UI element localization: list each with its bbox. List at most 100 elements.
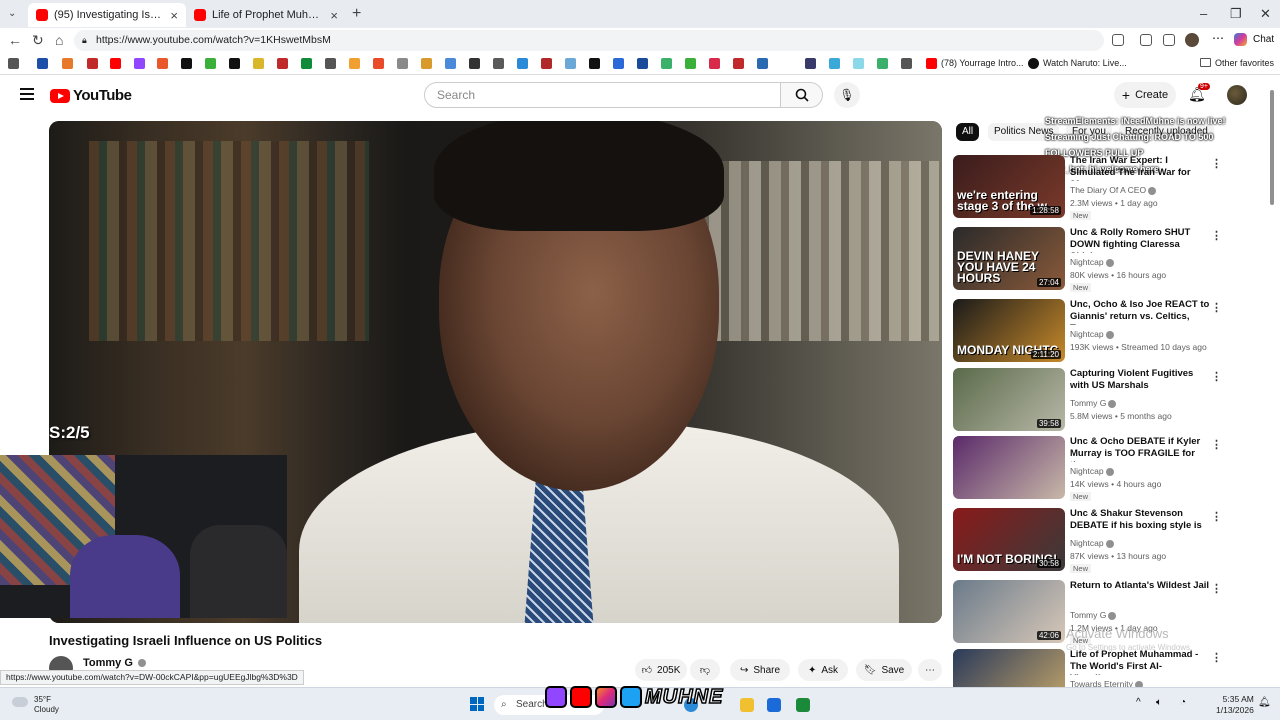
bookmark-icon[interactable]	[757, 58, 768, 69]
more-vertical-icon[interactable]: ⋮	[1211, 438, 1222, 451]
explorer-taskbar-icon[interactable]	[740, 698, 754, 712]
recommendation-item[interactable]: 39:58 Capturing Violent Fugitives with US…	[953, 368, 1223, 432]
weather-widget[interactable]: 35°F Cloudy	[12, 695, 59, 715]
bookmark-naruto[interactable]: Watch Naruto: Live...	[1043, 58, 1127, 68]
menu-icon[interactable]	[20, 88, 34, 100]
more-vertical-icon[interactable]: ⋮	[1211, 301, 1222, 314]
collections-icon[interactable]	[1163, 34, 1175, 46]
search-input[interactable]: Search	[424, 82, 781, 108]
bookmark-icon[interactable]	[205, 58, 216, 69]
bookmark-icon[interactable]	[805, 58, 816, 69]
recommendation-channel[interactable]: Nightcap	[1070, 538, 1114, 548]
back-icon[interactable]: ←	[8, 32, 22, 48]
bookmark-icon[interactable]	[517, 58, 528, 69]
minimize-icon[interactable]: –	[1200, 6, 1207, 21]
tab-investigating[interactable]: (95) Investigating Israeli Influe ×	[28, 3, 186, 27]
recommendation-thumbnail[interactable]: DEVIN HANEY YOU HAVE 24 HOURS 27:04	[953, 227, 1065, 290]
recommendation-title[interactable]: Capturing Violent Fugitives with US Mars…	[1070, 368, 1210, 392]
taskbar-clock[interactable]: 5:35 AM 1/13/2026	[1216, 694, 1254, 716]
close-tab-icon[interactable]: ×	[170, 8, 178, 23]
recommendation-item[interactable]: we're entering stage 3 of the w 1:28:58 Th…	[953, 155, 1223, 220]
recommendation-title[interactable]: Unc & Ocho DEBATE if Kyler Murray is TOO…	[1070, 436, 1210, 462]
bookmark-icon[interactable]	[589, 58, 600, 69]
bookmark-icon[interactable]	[87, 58, 98, 69]
bookmark-icon[interactable]	[685, 58, 696, 69]
page-scrollbar[interactable]	[1270, 90, 1274, 205]
bookmark-icon[interactable]	[373, 58, 384, 69]
recommendation-channel[interactable]: Nightcap	[1070, 466, 1114, 476]
save-button[interactable]: 🔖︎ Save	[856, 659, 912, 681]
more-vertical-icon[interactable]: ⋮	[1211, 370, 1222, 383]
bookmark-icon[interactable]	[157, 58, 168, 69]
volume-icon[interactable]: 🔈︎	[1156, 697, 1162, 708]
chat-label[interactable]: Chat	[1253, 34, 1274, 45]
recommendation-thumbnail[interactable]	[953, 436, 1065, 499]
bookmark-icon[interactable]	[877, 58, 888, 69]
home-icon[interactable]: ⌂	[55, 32, 63, 48]
windows-start-icon[interactable]	[470, 697, 484, 711]
bookmark-icon[interactable]	[277, 58, 288, 69]
more-vertical-icon[interactable]: ⋮	[1211, 582, 1222, 595]
maximize-icon[interactable]: ❐	[1230, 6, 1242, 22]
bookmark-icon[interactable]	[613, 58, 624, 69]
copilot-icon[interactable]	[1234, 33, 1247, 46]
bookmark-icon[interactable]	[493, 58, 504, 69]
tab-prophet[interactable]: Life of Prophet Muhammad - The ×	[186, 3, 346, 27]
bookmark-icon[interactable]	[421, 58, 432, 69]
wifi-icon[interactable]: ◔	[1180, 697, 1186, 708]
bookmark-icon[interactable]	[181, 58, 192, 69]
bookmark-icon[interactable]	[62, 58, 73, 69]
bookmark-icon[interactable]	[901, 58, 912, 69]
tray-chevron-icon[interactable]: ^	[1136, 697, 1141, 708]
bookmark-icon[interactable]	[733, 58, 744, 69]
bookmark-icon[interactable]	[134, 58, 145, 69]
bookmark-icon[interactable]	[541, 58, 552, 69]
recommendation-item[interactable]: MONDAY NIGHTC 2:11:20 Unc, Ocho & Iso Joe …	[953, 299, 1223, 363]
recommendation-thumbnail[interactable]: MONDAY NIGHTC 2:11:20	[953, 299, 1065, 362]
recommendation-channel[interactable]: Tommy G	[1070, 610, 1117, 620]
recommendation-title[interactable]: Unc & Shakur Stevenson DEBATE if his box…	[1070, 508, 1210, 534]
tab-actions-icon[interactable]: ⌄	[8, 8, 16, 19]
bookmark-icon[interactable]	[8, 58, 19, 69]
other-favorites[interactable]: Other favorites	[1215, 58, 1274, 68]
share-button[interactable]: ↪ Share	[730, 659, 790, 681]
recommendation-channel[interactable]: Tommy G	[1070, 398, 1117, 408]
tv-bookmark-icon[interactable]	[1028, 58, 1039, 69]
bookmark-icon[interactable]	[469, 58, 480, 69]
bookmark-icon[interactable]	[301, 58, 312, 69]
more-vertical-icon[interactable]: ⋮	[1211, 229, 1222, 242]
recommendation-item[interactable]: DEVIN HANEY YOU HAVE 24 HOURS 27:04 Unc & …	[953, 227, 1223, 292]
bookmark-icon[interactable]	[253, 58, 264, 69]
more-vertical-icon[interactable]: ⋮	[1211, 510, 1222, 523]
bookmark-icon[interactable]	[661, 58, 672, 69]
recommendation-channel[interactable]: Nightcap	[1070, 329, 1114, 339]
recommendation-title[interactable]: The Iran War Expert: I Simulated The Ira…	[1070, 155, 1210, 181]
youtube-logo[interactable]: YouTube	[50, 87, 132, 104]
recommendation-title[interactable]: Return to Atlanta's Wildest Jail	[1070, 580, 1210, 592]
bookmark-icon[interactable]	[565, 58, 576, 69]
more-icon[interactable]: ⋯	[1212, 31, 1224, 45]
recommendation-item[interactable]: Unc & Ocho DEBATE if Kyler Murray is TOO…	[953, 436, 1223, 501]
more-vertical-icon[interactable]: ⋮	[1211, 651, 1222, 664]
bookmark-icon[interactable]	[349, 58, 360, 69]
youtube-bookmark-icon[interactable]	[926, 58, 937, 69]
recommendation-title[interactable]: Life of Prophet Muhammad - The World's F…	[1070, 649, 1210, 675]
bookmark-icon[interactable]	[637, 58, 648, 69]
recommendation-item[interactable]: I'M NOT BORING! 30:58 Unc & Shakur Stevens…	[953, 508, 1223, 573]
recommendation-thumbnail[interactable]: 39:58	[953, 368, 1065, 431]
recommendation-thumbnail[interactable]: 42:06	[953, 580, 1065, 643]
bookmark-yourrage[interactable]: (78) Yourrage Intro...	[941, 58, 1024, 68]
search-button[interactable]	[781, 82, 823, 108]
outlook-taskbar-icon[interactable]	[767, 698, 781, 712]
create-button[interactable]: + Create	[1114, 82, 1176, 108]
recommendation-title[interactable]: Unc & Rolly Romero SHUT DOWN fighting Cl…	[1070, 227, 1210, 253]
recommendation-channel[interactable]: The Diary Of A CEO	[1070, 185, 1157, 195]
close-tab-icon[interactable]: ×	[330, 8, 338, 23]
chip-all[interactable]: All	[956, 123, 980, 141]
bookmark-icon[interactable]	[110, 58, 121, 69]
like-button[interactable]: 👍︎ 205K	[635, 659, 687, 681]
bookmark-icon[interactable]	[229, 58, 240, 69]
more-actions-button[interactable]: ⋯	[918, 659, 942, 681]
dislike-button[interactable]: 👎︎	[690, 659, 720, 681]
bookmark-icon[interactable]	[709, 58, 720, 69]
